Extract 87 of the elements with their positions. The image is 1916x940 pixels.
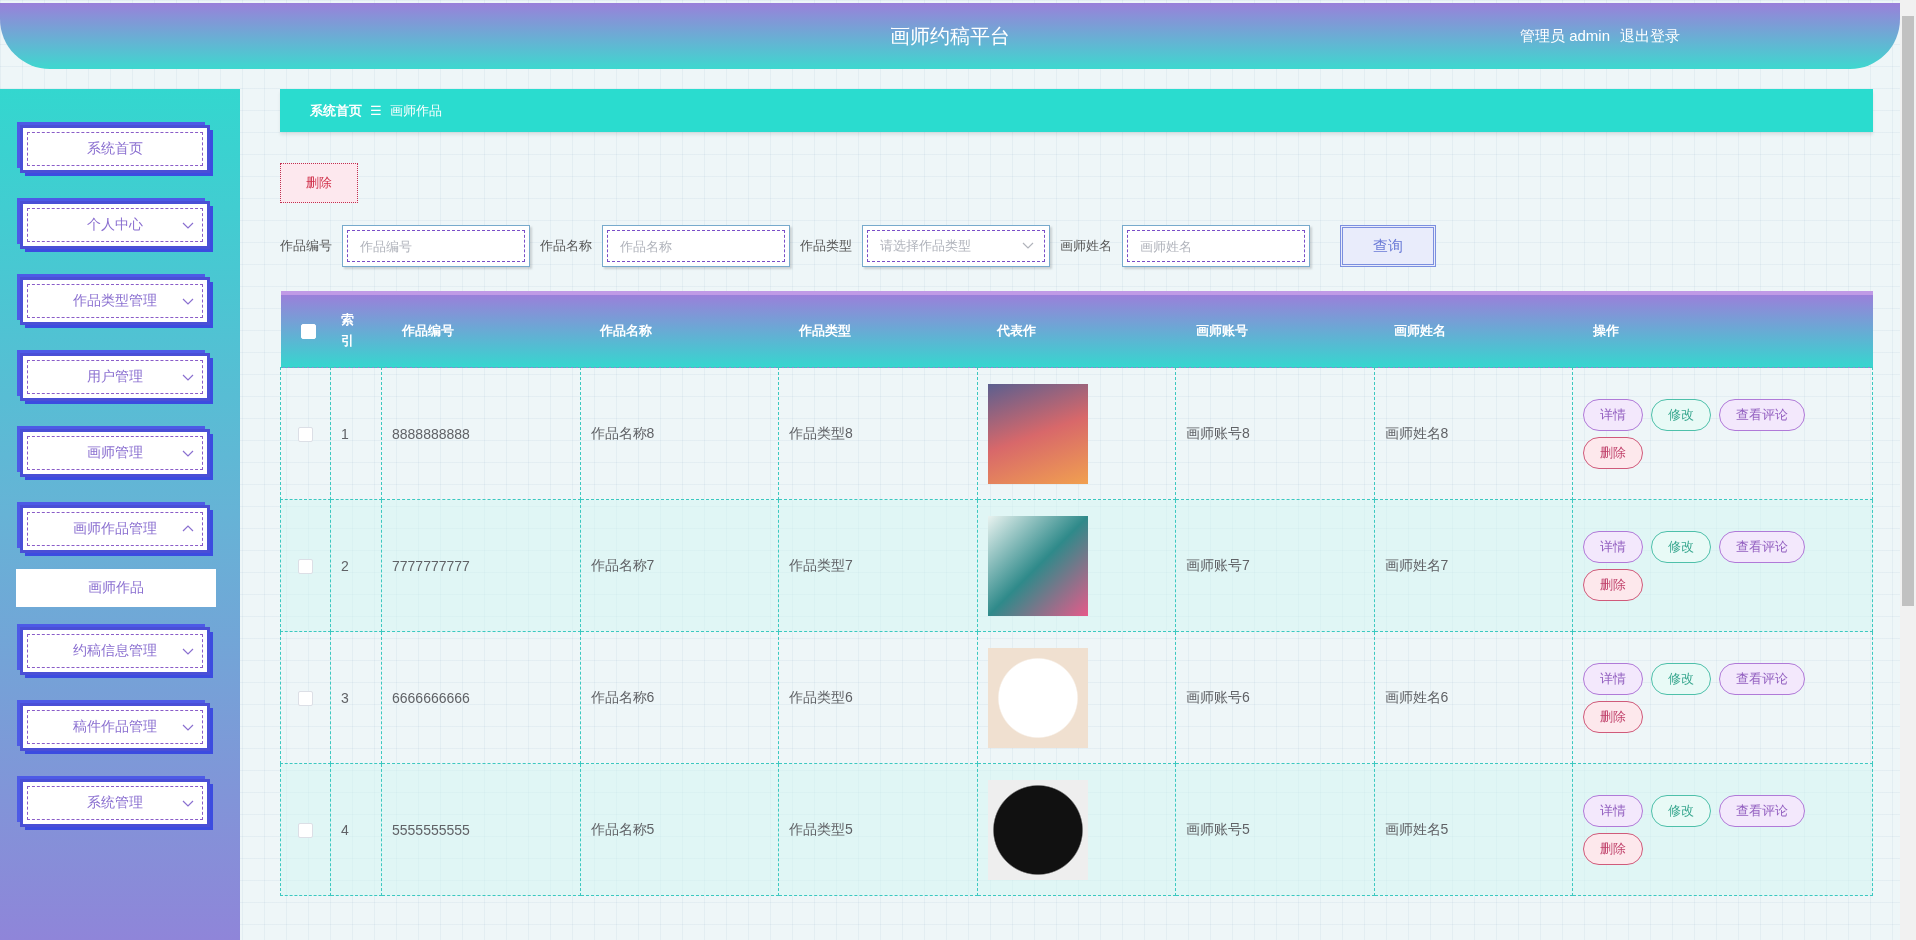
site-title: 画师约稿平台 [890, 23, 1010, 49]
edit-button[interactable]: 修改 [1651, 662, 1711, 695]
sidebar-item[interactable]: 系统首页 [20, 125, 210, 173]
table-cell: 3 [330, 631, 382, 764]
table-cell: 4 [330, 763, 382, 896]
table-cell: 作品名称7 [580, 499, 779, 632]
table-cell: 作品名称8 [580, 367, 779, 500]
table-cell: 8888888888 [381, 367, 580, 500]
table-cell: 画师账号8 [1175, 367, 1374, 500]
chevron-down-icon [182, 448, 194, 458]
chevron-down-icon [182, 220, 194, 230]
delete-button[interactable]: 删除 [1583, 568, 1643, 601]
edit-button[interactable]: 修改 [1651, 794, 1711, 827]
filter-label: 画师姓名 [1060, 237, 1112, 255]
table-cell: 画师姓名6 [1374, 631, 1573, 764]
breadcrumb-separator: ☰ [370, 103, 382, 118]
input-field[interactable]: 作品名称 [602, 225, 790, 267]
table-cell: 7777777777 [381, 499, 580, 632]
comments-button[interactable]: 查看评论 [1719, 794, 1805, 827]
comments-button[interactable]: 查看评论 [1719, 530, 1805, 563]
table-cell: 作品类型8 [778, 367, 977, 500]
column-header: 索引 [330, 293, 382, 368]
chevron-down-icon [182, 296, 194, 306]
chevron-up-icon [182, 524, 194, 534]
edit-button[interactable]: 修改 [1651, 398, 1711, 431]
column-header: 代表作 [977, 293, 1176, 368]
chevron-down-icon [1022, 242, 1034, 250]
sidebar-item[interactable]: 画师管理 [20, 429, 210, 477]
sidebar-subitem[interactable]: 画师作品 [16, 569, 216, 607]
chevron-down-icon [182, 722, 194, 732]
sidebar-item[interactable]: 约稿信息管理 [20, 627, 210, 675]
delete-button[interactable]: 删除 [1583, 700, 1643, 733]
scrollbar[interactable] [1900, 0, 1916, 940]
checkbox[interactable] [298, 822, 313, 838]
filter-label: 作品编号 [280, 237, 332, 255]
details-button[interactable]: 详情 [1583, 530, 1643, 563]
table-cell: 画师账号6 [1175, 631, 1374, 764]
table-cell: 2 [330, 499, 382, 632]
column-header: 作品编号 [381, 293, 580, 368]
sidebar-item[interactable]: 作品类型管理 [20, 277, 210, 325]
table-cell: 作品类型6 [778, 631, 977, 764]
sidebar-item[interactable]: 画师作品管理 [20, 505, 210, 553]
input-field[interactable]: 画师姓名 [1122, 225, 1310, 267]
table-cell: 画师账号7 [1175, 499, 1374, 632]
filter-label: 作品类型 [800, 237, 852, 255]
chevron-down-icon [182, 372, 194, 382]
filter-label: 作品名称 [540, 237, 592, 255]
details-button[interactable]: 详情 [1583, 794, 1643, 827]
table-cell: 1 [330, 367, 382, 500]
table-cell: 6666666666 [381, 631, 580, 764]
table-cell: 画师姓名7 [1374, 499, 1573, 632]
logout-link[interactable]: 退出登录 [1620, 26, 1680, 46]
delete-button[interactable]: 删除 [280, 163, 358, 203]
sidebar-item[interactable]: 个人中心 [20, 201, 210, 249]
table-cell: 作品名称5 [580, 763, 779, 896]
checkbox[interactable] [298, 690, 313, 706]
table-cell: 画师姓名8 [1374, 367, 1573, 500]
table-cell: 画师账号5 [1175, 763, 1374, 896]
table-cell: 画师姓名5 [1374, 763, 1573, 896]
sidebar-item[interactable]: 稿件作品管理 [20, 703, 210, 751]
checkbox[interactable] [298, 426, 313, 442]
select-field[interactable]: 请选择作品类型 [862, 225, 1050, 267]
user-label: 管理员 admin [1519, 26, 1610, 46]
table-cell: 作品名称6 [580, 631, 779, 764]
column-header: 操作 [1572, 293, 1873, 368]
column-header: 作品名称 [580, 293, 779, 368]
edit-button[interactable]: 修改 [1651, 530, 1711, 563]
breadcrumb-current: 画师作品 [389, 101, 442, 120]
delete-button[interactable]: 删除 [1583, 436, 1643, 469]
input-field[interactable]: 作品编号 [342, 225, 530, 267]
chevron-down-icon [182, 646, 194, 656]
column-header: 画师姓名 [1374, 293, 1573, 368]
table-cell: 作品类型7 [778, 499, 977, 632]
details-button[interactable]: 详情 [1583, 398, 1643, 431]
comments-button[interactable]: 查看评论 [1719, 398, 1805, 431]
sidebar-item[interactable]: 用户管理 [20, 353, 210, 401]
column-header: 作品类型 [778, 293, 977, 368]
table-cell: 5555555555 [381, 763, 580, 896]
checkbox[interactable] [298, 558, 313, 574]
delete-button[interactable]: 删除 [1583, 832, 1643, 865]
sidebar-item[interactable]: 系统管理 [20, 779, 210, 827]
search-button[interactable]: 查询 [1340, 225, 1436, 267]
comments-button[interactable]: 查看评论 [1719, 662, 1805, 695]
chevron-down-icon [182, 798, 194, 808]
details-button[interactable]: 详情 [1583, 662, 1643, 695]
table-cell: 作品类型5 [778, 763, 977, 896]
column-header: 画师账号 [1175, 293, 1374, 368]
